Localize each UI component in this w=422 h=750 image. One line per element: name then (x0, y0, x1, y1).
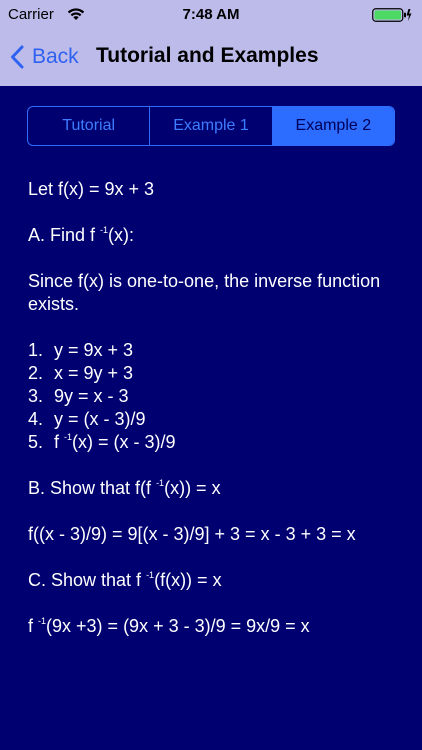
inverse-explanation: Since f(x) is one-to-one, the inverse fu… (28, 271, 381, 314)
step-number: 5. (28, 432, 44, 452)
step-number: 3. (28, 386, 44, 406)
step-item: 2. x = 9y + 3 (28, 362, 408, 385)
function-definition: Let f(x) = 9x + 3 (28, 179, 155, 199)
step-item: 1. y = 9x + 3 (28, 339, 408, 362)
solution-steps: 1. y = 9x + 3 2. x = 9y + 3 3. 9y = x - 3 4… (28, 339, 408, 454)
part-a-superscript: -1 (100, 225, 109, 235)
part-c-work: f -1(9x +3) = (9x + 3 - 3)/9 = 9x/9 = x (28, 615, 408, 638)
step-suffix: (x) = (x - 3)/9 (72, 432, 176, 452)
part-b-superscript: -1 (156, 478, 165, 488)
step-number: 2. (28, 363, 44, 383)
step-item: 3. 9y = x - 3 (28, 385, 408, 408)
part-c-work-superscript: -1 (38, 616, 47, 626)
back-button-label: Back (32, 45, 79, 68)
part-b-heading: B. Show that f(f -1(x)) = x (28, 477, 408, 500)
status-time: 7:48 AM (182, 6, 240, 23)
header: Carrier 7:48 AM Back Tutorial and Exampl… (0, 0, 422, 86)
step-number: 1. (28, 340, 44, 360)
battery-icon (372, 8, 412, 22)
step-item: 4. y = (x - 3)/9 (28, 408, 408, 431)
back-button[interactable]: Back (10, 40, 79, 74)
part-c-work-suffix: (9x +3) = (9x + 3 - 3)/9 = 9x/9 = x (46, 616, 310, 636)
step-text: y = 9x + 3 (54, 340, 134, 360)
navigation-bar: Back Tutorial and Examples (0, 34, 422, 80)
tab-example-2[interactable]: Example 2 (272, 107, 394, 145)
step-superscript: -1 (64, 432, 73, 442)
step-item: 5. f -1(x) = (x - 3)/9 (28, 431, 408, 454)
part-a-suffix: (x): (108, 225, 135, 245)
part-c-superscript: -1 (146, 570, 155, 580)
tab-example-1[interactable]: Example 1 (150, 107, 273, 145)
part-c-work-prefix: f (28, 616, 39, 636)
part-a-prefix: A. Find f (28, 225, 101, 245)
page-title: Tutorial and Examples (96, 44, 319, 67)
part-c-suffix: (f(x)) = x (154, 570, 222, 590)
example-segmented-control: Tutorial Example 1 Example 2 (27, 106, 395, 146)
chevron-left-icon (11, 45, 24, 69)
part-a-heading: A. Find f -1(x): (28, 224, 408, 247)
part-c-prefix: C. Show that f (28, 570, 147, 590)
tab-tutorial[interactable]: Tutorial (28, 107, 151, 145)
part-b-suffix: (x)) = x (164, 478, 221, 498)
step-text: y = (x - 3)/9 (54, 409, 146, 429)
part-c-heading: C. Show that f -1(f(x)) = x (28, 569, 408, 592)
step-number: 4. (28, 409, 44, 429)
example-content: Let f(x) = 9x + 3 A. Find f -1(x): Since… (28, 178, 408, 661)
part-b-work: f((x - 3)/9) = 9[(x - 3)/9] + 3 = x - 3 … (28, 524, 356, 544)
step-text: 9y = x - 3 (54, 386, 129, 406)
part-b-prefix: B. Show that f(f (28, 478, 157, 498)
step-text: f -1(x) = (x - 3)/9 (54, 431, 176, 454)
step-text: x = 9y + 3 (54, 363, 134, 383)
step-prefix: f (54, 432, 65, 452)
status-bar: Carrier 7:48 AM (0, 0, 422, 30)
